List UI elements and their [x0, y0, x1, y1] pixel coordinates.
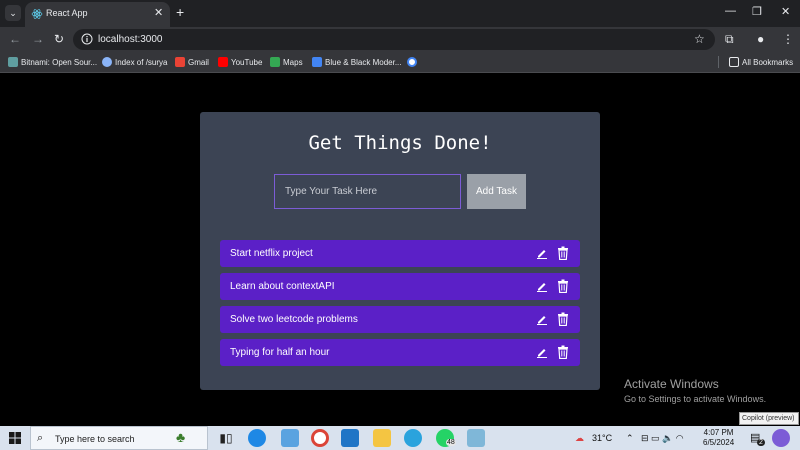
weather-temp[interactable]: 31°C: [592, 433, 612, 443]
bookmark-star-icon[interactable]: ☆: [694, 32, 705, 46]
bitnami-icon: [8, 57, 18, 67]
tab-search-button[interactable]: ⌄: [5, 5, 21, 21]
tab-close-icon[interactable]: ✕: [154, 6, 163, 19]
search-placeholder: Type here to search: [55, 434, 135, 444]
bookmark-label: YouTube: [231, 57, 263, 67]
plant-icon: ♣: [176, 429, 186, 445]
activate-windows-watermark: Activate Windows Go to Settings to activ…: [624, 377, 766, 404]
bookmark-label: Index of /surya: [115, 57, 168, 67]
bookmark-label: Bitnami: Open Sour...: [21, 57, 98, 67]
windows-start-icon[interactable]: [9, 432, 21, 444]
bookmark-gmail[interactable]: Gmail: [175, 56, 209, 68]
weather-icon[interactable]: ☁: [575, 433, 584, 444]
extensions-icon[interactable]: ⧉: [725, 32, 734, 47]
page-viewport: Get Things Done! Add Task Start netflix …: [0, 74, 800, 426]
clock-time: 4:07 PM: [703, 428, 734, 437]
add-task-button[interactable]: Add Task: [467, 174, 526, 209]
browser-toolbar: ← → ↻ localhost:3000 ☆ ⧉ ● ⋮: [0, 27, 800, 52]
delete-trash-icon[interactable]: [557, 246, 569, 260]
youtube-icon: [218, 57, 228, 67]
file-explorer-icon[interactable]: [373, 429, 391, 447]
minimize-button[interactable]: —: [725, 5, 736, 17]
copilot-icon[interactable]: [772, 429, 790, 447]
folder-icon: [729, 57, 739, 67]
maps-icon: [270, 57, 280, 67]
todo-text: Typing for half an hour: [230, 347, 330, 358]
profile-avatar[interactable]: ●: [757, 32, 764, 46]
delete-trash-icon[interactable]: [557, 345, 569, 359]
task-input[interactable]: [274, 174, 461, 209]
gmail-icon: [175, 57, 185, 67]
new-tab-button[interactable]: +: [176, 4, 184, 20]
todo-card: Get Things Done! Add Task Start netflix …: [200, 112, 600, 390]
activate-subtitle: Go to Settings to activate Windows.: [624, 394, 767, 404]
page-title: Get Things Done!: [308, 132, 492, 154]
site-info-icon[interactable]: [81, 33, 93, 45]
todo-item: Start netflix project: [220, 240, 580, 267]
url-text: localhost:3000: [98, 34, 163, 45]
system-clock[interactable]: 4:07 PM 6/5/2024: [703, 428, 734, 448]
forward-arrow-icon[interactable]: →: [32, 32, 44, 46]
google-icon: [407, 57, 417, 67]
taskbar-search[interactable]: ⌕ Type here to search ♣: [30, 426, 208, 450]
browser-tab-strip: ⌄ React App ✕ + — ❐ ✕: [0, 0, 800, 27]
tab-react-app[interactable]: React App ✕: [25, 2, 170, 27]
bookmark-google[interactable]: [407, 56, 417, 68]
tray-icons[interactable]: ⊟ ▭ 🔈 ◠: [641, 433, 684, 444]
chrome-icon[interactable]: [311, 429, 329, 447]
chevron-up-icon[interactable]: ⌃: [626, 433, 634, 444]
all-bookmarks-button[interactable]: All Bookmarks: [729, 56, 793, 68]
bookmark-label: Maps: [283, 57, 303, 67]
close-window-button[interactable]: ✕: [781, 5, 790, 18]
notification-badge: 2: [757, 439, 765, 446]
edge-icon[interactable]: [248, 429, 266, 447]
menu-kebab-icon[interactable]: ⋮: [782, 32, 794, 46]
todo-text: Solve two leetcode problems: [230, 314, 358, 325]
tab-title: React App: [46, 8, 88, 18]
bookmark-blue-black[interactable]: Blue & Black Moder...: [312, 56, 401, 68]
react-logo-icon: [31, 9, 43, 19]
globe-icon: [102, 57, 112, 67]
vscode-icon[interactable]: [341, 429, 359, 447]
bookmark-maps[interactable]: Maps: [270, 56, 303, 68]
whatsapp-badge: 48: [446, 439, 456, 446]
all-bookmarks-label: All Bookmarks: [742, 57, 794, 67]
delete-trash-icon[interactable]: [557, 279, 569, 293]
bookmark-youtube[interactable]: YouTube: [218, 56, 262, 68]
copilot-app-icon[interactable]: [281, 429, 299, 447]
copilot-tooltip: Copilot (preview): [739, 412, 799, 425]
edit-pencil-icon[interactable]: [536, 346, 548, 358]
edit-pencil-icon[interactable]: [536, 247, 548, 259]
todo-text: Learn about contextAPI: [230, 281, 335, 292]
bookmark-index-surya[interactable]: Index of /surya: [102, 56, 167, 68]
bookmark-label: Gmail: [188, 57, 209, 67]
todo-item: Typing for half an hour: [220, 339, 580, 366]
reload-icon[interactable]: ↻: [54, 32, 64, 46]
bookmarks-bar: Bitnami: Open Sour... Index of /surya Gm…: [0, 52, 800, 73]
windows-taskbar: ⌕ Type here to search ♣ ▮▯ 48 ☁ 31°C ⌃ ⊟…: [0, 426, 800, 450]
telegram-icon[interactable]: [404, 429, 422, 447]
restore-button[interactable]: ❐: [752, 5, 762, 18]
delete-trash-icon[interactable]: [557, 312, 569, 326]
todo-text: Start netflix project: [230, 248, 313, 259]
edit-pencil-icon[interactable]: [536, 280, 548, 292]
app-icon[interactable]: [467, 429, 485, 447]
bookmark-bitnami[interactable]: Bitnami: Open Sour...: [8, 56, 97, 68]
back-arrow-icon[interactable]: ←: [9, 32, 21, 46]
edit-pencil-icon[interactable]: [536, 313, 548, 325]
activate-title: Activate Windows: [624, 377, 719, 391]
bookmarks-divider: [718, 56, 719, 68]
task-view-icon[interactable]: ▮▯: [217, 429, 235, 447]
todo-item: Learn about contextAPI: [220, 273, 580, 300]
clock-date: 6/5/2024: [703, 438, 735, 447]
todo-item: Solve two leetcode problems: [220, 306, 580, 333]
document-icon: [312, 57, 322, 67]
search-icon: ⌕: [37, 432, 44, 444]
address-bar[interactable]: localhost:3000 ☆: [73, 29, 715, 50]
bookmark-label: Blue & Black Moder...: [325, 57, 402, 67]
